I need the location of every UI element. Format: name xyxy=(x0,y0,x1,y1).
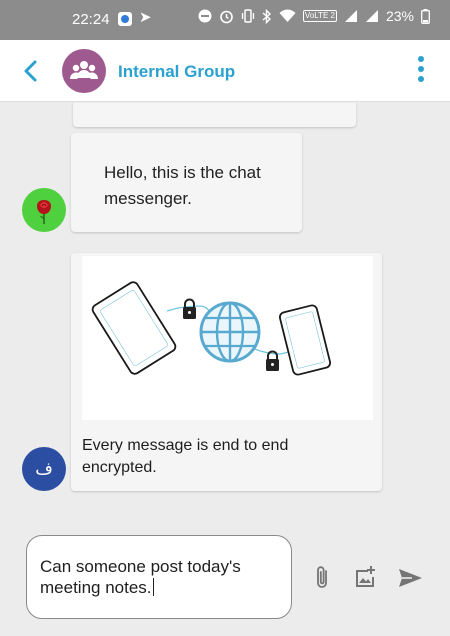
battery-percent: 23% xyxy=(385,8,414,24)
signal-icon-1 xyxy=(344,10,357,22)
volte-badge: VoLTE 2 xyxy=(302,10,337,22)
encryption-illustration-image xyxy=(91,281,332,376)
dnd-icon xyxy=(198,9,212,23)
signal-icon-2 xyxy=(365,10,378,22)
alarm-icon xyxy=(220,10,233,23)
globe-icon xyxy=(199,301,261,363)
attach-button[interactable] xyxy=(314,565,332,591)
message-list[interactable]: Hello, this is the chat messenger. Every… xyxy=(0,103,450,518)
encryption-illustration[interactable] xyxy=(82,256,373,420)
add-image-button[interactable] xyxy=(354,565,378,589)
add-image-icon xyxy=(356,566,375,587)
image-message-bubble[interactable]: Every message is end to end encrypted. xyxy=(71,253,382,491)
group-title[interactable]: Internal Group xyxy=(118,62,235,82)
status-bar: 22:24 ➤ VoLTE 2 23% xyxy=(0,0,450,40)
lock-icon xyxy=(183,298,196,319)
message-composer: Can someone post today's meeting notes. xyxy=(0,518,450,636)
status-icons: VoLTE 2 23% xyxy=(198,8,430,24)
message-input[interactable]: Can someone post today's meeting notes. xyxy=(26,535,292,619)
back-button[interactable] xyxy=(18,57,44,85)
lock-icon xyxy=(266,350,279,371)
message-input-text: Can someone post today's meeting notes. xyxy=(40,557,241,597)
chat-header: Internal Group xyxy=(0,40,450,102)
rose-icon xyxy=(37,200,51,224)
group-people-icon xyxy=(70,61,98,79)
wifi-icon xyxy=(279,9,296,22)
messenger-notification-icon xyxy=(118,12,132,26)
more-options-button[interactable] xyxy=(414,56,428,86)
telegram-notification-icon: ➤ xyxy=(139,9,152,26)
more-vertical-icon xyxy=(414,56,428,82)
previous-message-bubble xyxy=(73,103,356,127)
text-cursor xyxy=(152,578,155,596)
bluetooth-icon xyxy=(262,8,271,24)
battery-icon xyxy=(421,8,430,24)
sender-avatar-rose[interactable] xyxy=(22,188,66,232)
paperclip-icon xyxy=(317,566,327,588)
message-bubble[interactable]: Hello, this is the chat messenger. xyxy=(71,133,302,232)
status-time: 22:24 xyxy=(72,11,110,28)
vibrate-icon xyxy=(241,9,255,23)
sender-avatar-f[interactable]: ف xyxy=(22,447,66,491)
send-button[interactable] xyxy=(398,568,423,588)
chevron-left-icon xyxy=(24,60,37,82)
group-avatar[interactable] xyxy=(62,49,106,93)
message-text: Hello, this is the chat messenger. xyxy=(104,163,261,208)
image-caption: Every message is end to end encrypted. xyxy=(82,437,289,476)
send-icon xyxy=(399,569,422,587)
